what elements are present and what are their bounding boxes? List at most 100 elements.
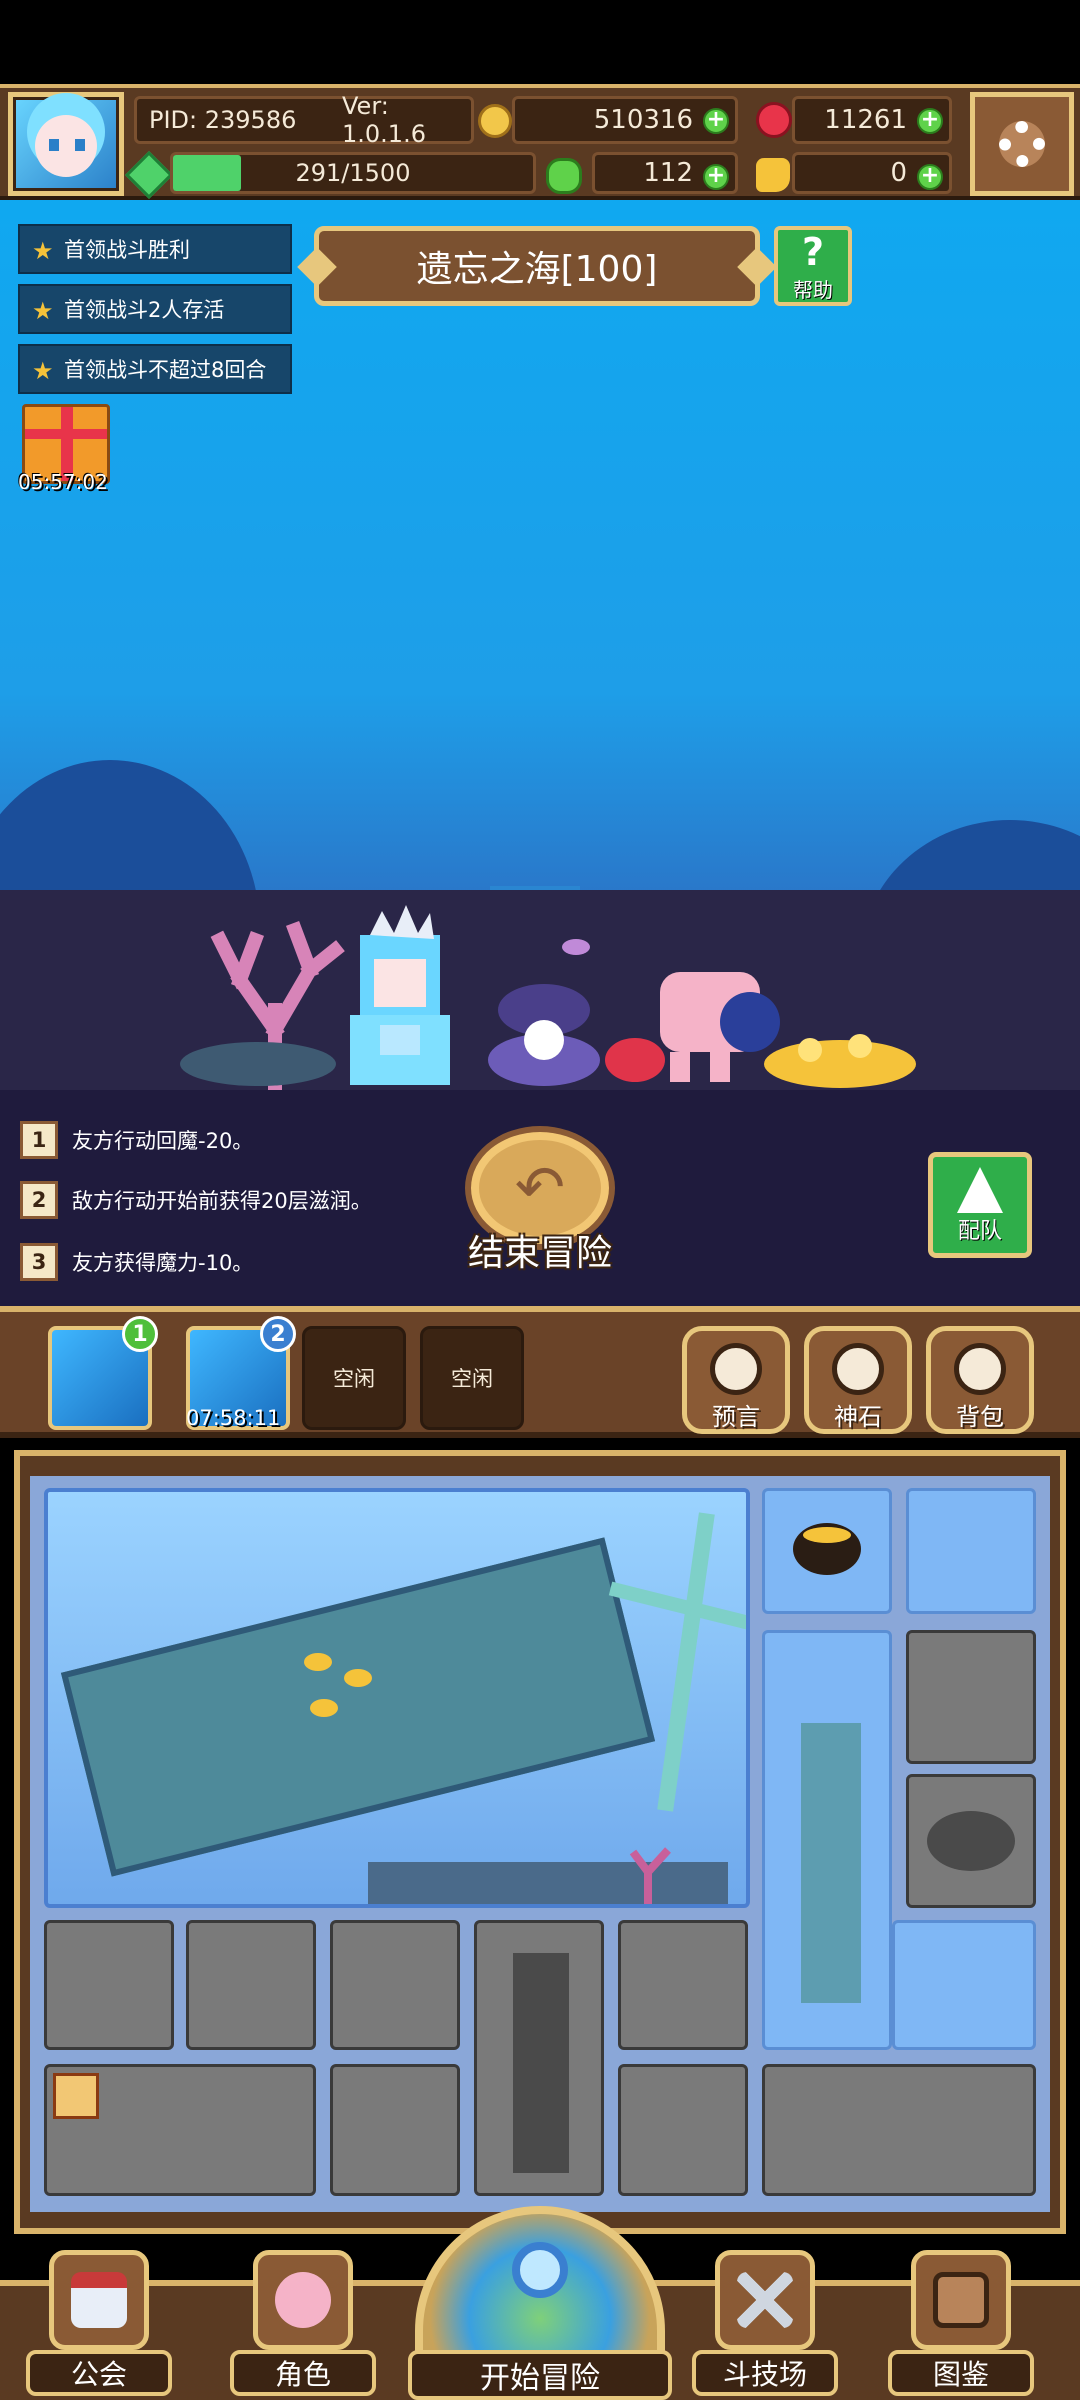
gold-amount: 510316 <box>593 105 693 135</box>
pillar-icon <box>801 1723 861 2003</box>
prophecy-label: 预言 <box>712 1403 760 1431</box>
nav-guild[interactable]: 公会 <box>26 2250 172 2396</box>
crystal-ball-icon <box>710 1343 762 1395</box>
quest-item: ★ 首领战斗不超过8回合 <box>18 344 292 394</box>
guild-glyph <box>71 2272 127 2328</box>
log-number: 2 <box>20 1181 58 1219</box>
energy-value: 291/1500 <box>295 159 411 187</box>
unexplored-tile[interactable] <box>618 1920 748 2050</box>
stone-icon <box>832 1343 884 1395</box>
end-adventure-button[interactable]: ↶ 结束冒险 <box>450 1126 630 1286</box>
energy-bar-fill <box>173 155 242 191</box>
character-glyph <box>275 2272 331 2328</box>
ruby-counter: 11261 + <box>792 96 952 144</box>
log-entry: 1 友方行动回魔-20。 <box>20 1120 253 1160</box>
ship-yard <box>608 1581 746 1637</box>
cauldron-icon <box>793 1523 861 1575</box>
player-avatar[interactable] <box>8 92 124 196</box>
nav-arena[interactable]: 斗技场 <box>692 2250 838 2396</box>
clover-icon <box>546 158 582 194</box>
add-ruby-button[interactable]: + <box>917 108 943 134</box>
log-text: 敌方行动开始前获得20层滋润。 <box>72 1189 372 1213</box>
godstone-button[interactable]: 神石 <box>804 1326 912 1434</box>
help-button[interactable]: ? 帮助 <box>774 226 852 306</box>
map-title-banner: 遗忘之海[100] <box>297 226 777 306</box>
team-setup-button[interactable]: 配队 <box>928 1152 1032 1258</box>
quest-item: ★ 首领战斗胜利 <box>18 224 292 274</box>
idle-slot[interactable]: 空闲 <box>302 1326 406 1430</box>
add-clover-button[interactable]: + <box>703 164 729 190</box>
nav-codex-label: 图鉴 <box>888 2350 1034 2396</box>
add-gold-button[interactable]: + <box>703 108 729 134</box>
quest-item: ★ 首领战斗2人存活 <box>18 284 292 334</box>
anemone-tile[interactable] <box>762 2064 1036 2196</box>
idle-slot[interactable]: 空闲 <box>420 1326 524 1430</box>
log-number: 3 <box>20 1243 58 1281</box>
start-adventure-label: 开始冒险 <box>408 2350 672 2400</box>
nav-arena-label: 斗技场 <box>692 2350 838 2396</box>
backpack-label: 背包 <box>956 1403 1004 1431</box>
question-icon: ? <box>801 230 825 274</box>
pillar-ruin-tile[interactable] <box>762 1630 892 2050</box>
version-label: Ver: 1.0.1.6 <box>342 92 426 148</box>
start-adventure-button[interactable]: 开始冒险 <box>408 2206 672 2400</box>
log-number: 1 <box>20 1121 58 1159</box>
small-fish-sprite <box>562 939 590 955</box>
unexplored-tile[interactable] <box>330 2064 460 2196</box>
unexplored-tile[interactable] <box>618 2064 748 2196</box>
player-id: PID: 239586 <box>149 106 297 134</box>
nav-codex[interactable]: 图鉴 <box>888 2250 1034 2396</box>
fish-school-icon <box>304 1653 372 1717</box>
unexplored-tile[interactable] <box>44 1920 174 2050</box>
column-tile[interactable] <box>474 1920 604 2196</box>
add-hand-button[interactable]: + <box>917 164 943 190</box>
team-icon <box>957 1167 1003 1213</box>
clover-amount: 112 <box>643 158 693 188</box>
prophecy-button[interactable]: 预言 <box>682 1326 790 1434</box>
avatar-face <box>35 115 97 177</box>
clover-counter: 112 + <box>592 152 738 194</box>
ruby-amount: 11261 <box>824 105 907 135</box>
log-entry: 2 敌方行动开始前获得20层滋润。 <box>20 1180 372 1220</box>
star-icon: ★ <box>32 357 54 385</box>
mermaid-hero-sprite <box>350 905 450 1085</box>
shell-icon <box>927 1811 1015 1871</box>
slot-badge: 2 <box>260 1316 296 1352</box>
settings-button[interactable] <box>970 92 1074 196</box>
gold-coin-icon <box>478 104 512 138</box>
map-title: 遗忘之海[100] <box>416 249 658 290</box>
unexplored-tile[interactable] <box>186 1920 316 2050</box>
backpack-button[interactable]: 背包 <box>926 1326 1034 1434</box>
cauldron-tile[interactable] <box>762 1488 892 1614</box>
character-icon <box>253 2250 353 2350</box>
open-tile[interactable] <box>906 1488 1036 1614</box>
pearl-clam-sprite <box>488 984 600 1086</box>
slot-badge: 1 <box>122 1316 158 1352</box>
unexplored-tile[interactable] <box>330 1920 460 2050</box>
gold-counter: 510316 + <box>512 96 738 144</box>
log-text: 友方获得魔力-10。 <box>72 1251 254 1275</box>
help-label: 帮助 <box>793 278 833 302</box>
avatar-eye-right <box>75 139 85 151</box>
log-text: 友方行动回魔-20。 <box>72 1129 254 1153</box>
gold-treasure-sprite <box>764 1034 916 1088</box>
coral-bed-icon <box>368 1847 728 1904</box>
ruby-gem-icon <box>756 102 792 138</box>
star-icon: ★ <box>32 237 54 265</box>
shipwreck-tile[interactable] <box>44 1488 750 1908</box>
star-icon: ★ <box>32 297 54 325</box>
team-label: 配队 <box>957 1219 1002 1244</box>
open-tile[interactable] <box>892 1920 1036 2050</box>
unexplored-tile[interactable] <box>906 1630 1036 1764</box>
quest-label: 首领战斗2人存活 <box>64 298 225 322</box>
gear-icon <box>999 121 1045 167</box>
shell-tile[interactable] <box>906 1774 1036 1908</box>
rock-sprite <box>180 1042 336 1086</box>
end-adventure-label: 结束冒险 <box>467 1233 612 1274</box>
adventure-slot-1[interactable]: 1 <box>48 1316 158 1430</box>
rubble-tile[interactable] <box>44 2064 316 2196</box>
book-glyph <box>933 2272 989 2328</box>
player-id-panel: PID: 239586 Ver: 1.0.1.6 <box>134 92 474 148</box>
crossed-swords-icon <box>715 2250 815 2350</box>
nav-character[interactable]: 角色 <box>230 2250 376 2396</box>
